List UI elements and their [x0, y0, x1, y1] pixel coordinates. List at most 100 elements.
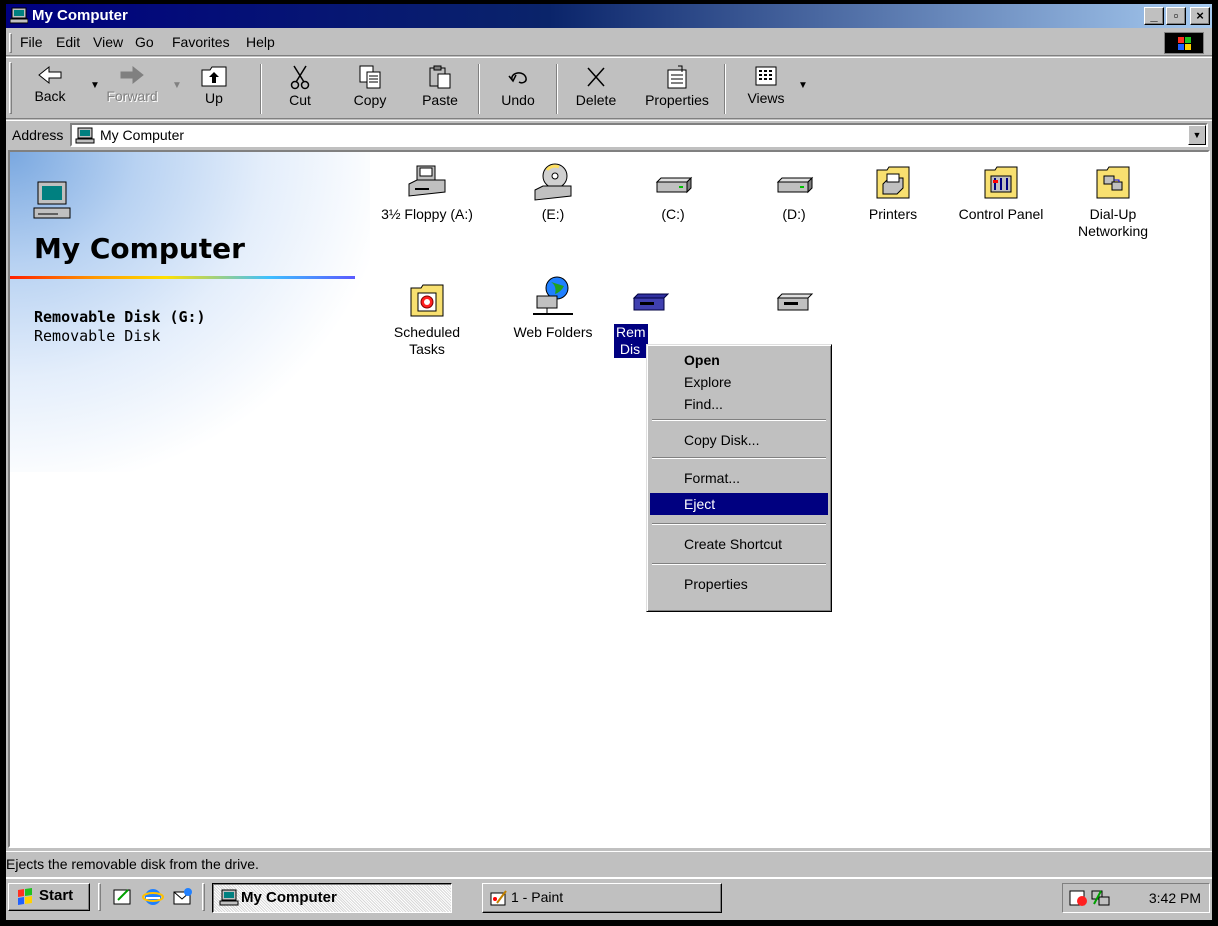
- delete-label: Delete: [575, 92, 617, 108]
- internet-explorer-icon[interactable]: [142, 886, 164, 908]
- views-grid-icon: [755, 66, 777, 86]
- context-menu: Open Explore Find... Copy Disk... Format…: [646, 344, 832, 612]
- toolbar-separator: [724, 64, 726, 114]
- ctx-eject[interactable]: Eject: [650, 493, 828, 515]
- ctx-create-shortcut[interactable]: Create Shortcut: [650, 533, 828, 555]
- control-panel-item[interactable]: Control Panel: [951, 162, 1051, 223]
- control-panel-folder-icon: [984, 166, 1018, 199]
- title-bar[interactable]: My Computer _ ▫ ×: [6, 4, 1212, 28]
- address-label: Address: [12, 127, 64, 143]
- ctx-separator: [652, 523, 826, 525]
- drive-c-item[interactable]: (C:): [623, 162, 723, 223]
- toolbar-separator: [478, 64, 480, 114]
- undo-icon: [508, 72, 527, 84]
- views-dropdown-icon[interactable]: ▼: [798, 80, 808, 91]
- quicklaunch-grip[interactable]: [98, 883, 101, 911]
- content-pane[interactable]: My Computer Removable Disk (G:) Removabl…: [8, 150, 1210, 848]
- cd-drive-item[interactable]: (E:): [503, 162, 603, 223]
- hard-drive-icon: [776, 176, 814, 194]
- outlook-express-icon[interactable]: [172, 886, 194, 908]
- cd-drive-label: (E:): [541, 206, 565, 222]
- taskbar-my-computer-label: My Computer: [241, 889, 337, 906]
- window-title: My Computer: [32, 7, 128, 24]
- control-panel-label: Control Panel: [958, 206, 1044, 222]
- paste-icon: [429, 65, 451, 89]
- drive-c-label: (C:): [661, 206, 685, 222]
- forward-dropdown-icon[interactable]: ▼: [172, 80, 182, 91]
- address-value: My Computer: [100, 127, 185, 143]
- sidebar-rainbow-rule: [10, 276, 355, 279]
- scheduled-tasks-label: Scheduled Tasks: [393, 324, 461, 357]
- cut-button[interactable]: Cut: [268, 62, 332, 114]
- ctx-open[interactable]: Open: [650, 349, 828, 371]
- address-field[interactable]: My Computer ▼: [70, 123, 1208, 147]
- menu-help[interactable]: Help: [246, 34, 275, 50]
- ctx-find[interactable]: Find...: [650, 393, 828, 415]
- hard-drive-icon: [655, 176, 693, 194]
- show-desktop-icon[interactable]: [112, 886, 134, 908]
- hard-drive-icon: [776, 293, 814, 311]
- selected-item-name: Removable Disk (G:): [34, 308, 206, 326]
- delete-x-icon: [587, 67, 605, 87]
- back-dropdown-icon[interactable]: ▼: [90, 80, 100, 91]
- start-label: Start: [39, 887, 74, 904]
- drive-h-item[interactable]: [744, 284, 844, 320]
- menu-edit[interactable]: Edit: [56, 34, 80, 50]
- menu-favorites[interactable]: Favorites: [172, 34, 230, 50]
- drive-d-item[interactable]: (D:): [744, 162, 844, 223]
- maximize-button[interactable]: ▫: [1166, 7, 1186, 25]
- copy-button[interactable]: Copy: [338, 62, 402, 114]
- taskbar-paint[interactable]: 1 - Paint: [482, 883, 722, 913]
- paste-label: Paste: [422, 92, 458, 108]
- undo-button[interactable]: Undo: [486, 62, 550, 114]
- scheduled-tasks-item[interactable]: Scheduled Tasks: [377, 280, 477, 358]
- copy-icon: [359, 65, 381, 89]
- web-folders-label: Web Folders: [513, 324, 593, 340]
- menu-file[interactable]: File: [20, 34, 43, 50]
- windows-flag-icon: [18, 888, 32, 905]
- forward-label: Forward: [106, 88, 158, 104]
- selected-item-type: Removable Disk: [34, 327, 161, 345]
- properties-label: Properties: [645, 92, 709, 108]
- back-label: Back: [34, 88, 66, 104]
- removable-disk-label: Rem Dis: [614, 324, 648, 358]
- clock[interactable]: 3:42 PM: [1149, 890, 1201, 906]
- taskbar-my-computer[interactable]: My Computer: [212, 883, 452, 913]
- menu-view[interactable]: View: [93, 34, 123, 50]
- printers-item[interactable]: Printers: [843, 162, 943, 223]
- tasks-grip[interactable]: [202, 883, 205, 911]
- back-button[interactable]: Back: [18, 62, 82, 114]
- up-label: Up: [205, 90, 223, 106]
- views-button[interactable]: Views: [734, 62, 798, 114]
- properties-button[interactable]: Properties: [638, 62, 716, 114]
- printers-label: Printers: [868, 206, 918, 222]
- start-button[interactable]: Start: [8, 883, 90, 911]
- views-label: Views: [747, 90, 785, 106]
- window-frame: My Computer _ ▫ × File Edit View Go Favo…: [6, 4, 1212, 920]
- system-tray: 3:42 PM: [1062, 883, 1210, 913]
- windows-logo-icon: [1164, 32, 1204, 54]
- copy-label: Copy: [353, 92, 387, 108]
- ctx-explore[interactable]: Explore: [650, 371, 828, 393]
- up-button[interactable]: Up: [182, 62, 246, 114]
- minimize-button[interactable]: _: [1144, 7, 1164, 25]
- address-dropdown-button[interactable]: ▼: [1188, 125, 1206, 145]
- network-tray-icon[interactable]: [1091, 888, 1111, 908]
- paste-button[interactable]: Paste: [408, 62, 472, 114]
- ctx-format[interactable]: Format...: [650, 467, 828, 489]
- scheduler-tray-icon[interactable]: [1069, 888, 1089, 908]
- sidebar-title: My Computer: [34, 232, 245, 265]
- forward-button[interactable]: Forward: [100, 62, 164, 114]
- web-folders-item[interactable]: Web Folders: [503, 274, 603, 341]
- dialup-networking-item[interactable]: Dial-Up Networking: [1063, 162, 1163, 240]
- properties-icon: [667, 65, 687, 89]
- delete-button[interactable]: Delete: [564, 62, 628, 114]
- ctx-properties[interactable]: Properties: [650, 573, 828, 595]
- close-button[interactable]: ×: [1190, 7, 1210, 25]
- menu-go[interactable]: Go: [135, 34, 154, 50]
- floppy-drive-item[interactable]: 3½ Floppy (A:): [377, 162, 477, 223]
- status-text: Ejects the removable disk from the drive…: [6, 856, 259, 872]
- ctx-copy-disk[interactable]: Copy Disk...: [650, 429, 828, 451]
- menubar-grip[interactable]: [9, 33, 12, 53]
- toolbar-grip[interactable]: [9, 62, 12, 114]
